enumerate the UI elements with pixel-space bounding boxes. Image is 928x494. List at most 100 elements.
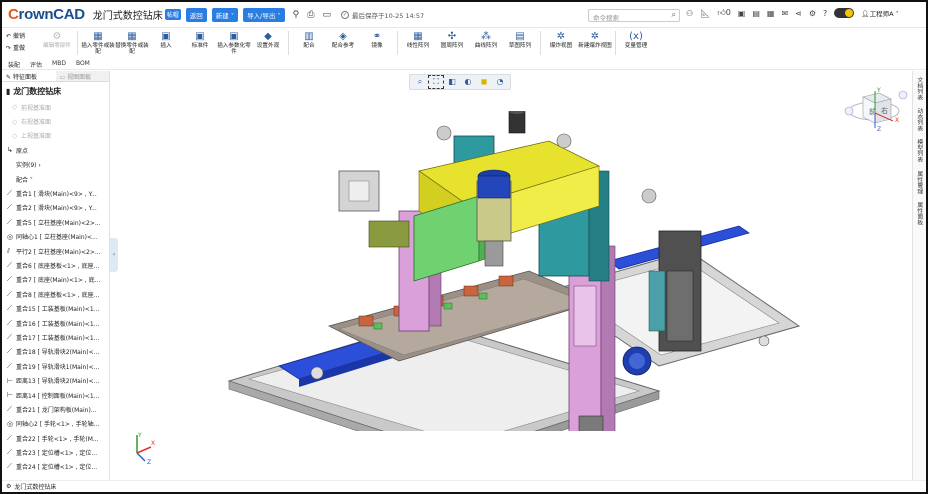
tree-row[interactable]: ⟋ 重合7 [ 底座(Main)<1> , 底... — [2, 273, 109, 287]
image-icon[interactable]: ▣ — [738, 9, 746, 18]
tree-row[interactable]: ⟋ 重合15 [ 工装基板(Main)<1... — [2, 301, 109, 315]
pin-icon[interactable]: ⚲ — [293, 10, 300, 20]
tree-row[interactable]: ⟋ 重合16 [ 工装基板(Main)<1... — [2, 316, 109, 330]
rp-property-manager[interactable]: 属性管理 — [913, 169, 923, 196]
like-icon[interactable]: 👍︎0 — [717, 8, 730, 18]
ribbon-button[interactable]: ⚙ 编辑零部件 — [40, 31, 74, 49]
tree-row[interactable]: ⟋ 重合19 [ 导轨滑块1(Main)<... — [2, 359, 109, 373]
ribbon-button[interactable]: ⁂ 曲线阵列 — [469, 31, 503, 49]
tree-row[interactable]: ⟋ 重合1 [ 滑块(Main)<9> , Y... — [2, 186, 109, 200]
undo-button[interactable]: ↶ 撤销 — [6, 31, 40, 40]
tree-row-icon: ⊢ — [7, 391, 14, 399]
tree-row-label: 重合15 [ 工装基板(Main)<1... — [16, 306, 100, 314]
tree-row[interactable]: ⟋ 重合17 [ 工装基板(Main)<1... — [2, 330, 109, 344]
tab-view-panel[interactable]: ▭ 视图面板 — [55, 71, 109, 81]
rp-model-list[interactable]: 模型列表 — [913, 137, 923, 164]
tree-row[interactable]: ⟋ 重合8 [ 底座基板<1> , 底座... — [2, 287, 109, 301]
ribbon-button[interactable]: ◈ 配合参考 — [326, 31, 360, 49]
zoom-icon[interactable]: ⌕ — [413, 76, 427, 88]
panel-tabs: ✎ 特征面板 ▭ 视图面板 — [2, 71, 109, 82]
render-mode-icon[interactable]: ◔ — [493, 76, 507, 88]
tree-row-label: 重合19 [ 导轨滑块1(Main)<... — [16, 363, 100, 371]
tree-row[interactable]: ⟋ 重合18 [ 导轨滑块2(Main)<... — [2, 345, 109, 359]
tab-evaluate[interactable]: 评估 — [30, 60, 42, 69]
redo-button[interactable]: ↷ 重做 — [6, 43, 40, 52]
ribbon-button[interactable]: ✲ 爆炸视图 — [544, 31, 578, 49]
comment-icon[interactable]: ✉ — [781, 9, 788, 18]
ribbon-button[interactable]: ▦ 替换零件或装配 — [115, 31, 149, 56]
save-as-icon[interactable]: ▤ — [752, 9, 760, 18]
tree-row[interactable]: ⊢ 距离14 [ 控制面板(Main)<1... — [2, 388, 109, 402]
tree-row[interactable]: ⊢ 距离13 [ 导轨滑块2(Main)<... — [2, 373, 109, 387]
tab-mbd[interactable]: MBD — [52, 60, 66, 69]
tree-root[interactable]: ▮ 龙门数控钻床 — [2, 82, 109, 100]
tree-row[interactable]: 配合 ˅ — [2, 172, 109, 186]
view-orientation-icon[interactable]: ◧ — [445, 76, 459, 88]
ribbon-separator — [77, 31, 78, 55]
tree-row[interactable]: ◇ 前视基准面 — [2, 100, 109, 114]
ribbon-button[interactable]: ▥ 配合 — [292, 31, 326, 49]
ribbon-button[interactable]: ▣ 插入参数化零件 — [217, 31, 251, 56]
import-export-button[interactable]: 导入/导出 ˅ — [243, 7, 285, 22]
tree-row[interactable]: ⟋ 重合6 [ 底座基板<1> , 底座... — [2, 258, 109, 272]
gear-icon[interactable]: ⚙ — [809, 9, 816, 18]
ribbon-label: 插入参数化零件 — [217, 43, 251, 56]
new-button[interactable]: 新建 ˅ — [211, 7, 239, 22]
tab-feature-panel[interactable]: ✎ 特征面板 — [2, 71, 56, 81]
tree-row[interactable]: ⫽ 平行2 [ 立柱基座(Main)<2>... — [2, 244, 109, 258]
ribbon-button[interactable]: ▦ 线性阵列 — [401, 31, 435, 49]
rp-doc-list[interactable]: 文档列表 — [913, 75, 923, 102]
table-icon[interactable]: ▦ — [767, 9, 775, 18]
rp-property-panel[interactable]: 属性面板 — [913, 200, 923, 227]
tree-row[interactable]: ◇ 右视基准面 — [2, 114, 109, 128]
ribbon-button[interactable]: ▤ 草图阵列 — [503, 31, 537, 49]
tab-assembly[interactable]: 装配 — [8, 60, 20, 69]
view-cube-y-label: Y — [876, 87, 881, 94]
help-icon[interactable]: ? — [823, 9, 827, 18]
share-button[interactable]: 返回 — [185, 7, 207, 22]
tree-row-label: 右视基准面 — [21, 119, 52, 127]
cnc-gantry-model[interactable] — [219, 111, 819, 431]
command-search-input[interactable]: 命令搜索 ⌕ — [588, 9, 680, 22]
tree-row[interactable]: ↳ 原点 — [2, 143, 109, 157]
tree-row-label: 重合1 [ 滑块(Main)<9> , Y... — [16, 191, 97, 199]
3d-viewport[interactable]: ⌕ ⛶ ◧ ◐ ◼ ◔ 前 右 X Y Z Y X Z — [119, 71, 912, 480]
save-icon[interactable]: ▭ — [322, 10, 331, 20]
fit-view-icon[interactable]: ⛶ — [428, 75, 444, 89]
tree-row-icon: ⟋ — [7, 260, 12, 269]
tree-row[interactable]: ◇ 上视基准面 — [2, 129, 109, 143]
ruler-icon[interactable]: 📐︎ — [700, 9, 710, 18]
ribbon-button[interactable]: ✲ 新建爆炸视图 — [578, 31, 612, 49]
rp-dynamic-list[interactable]: 动态列表 — [913, 106, 923, 133]
ribbon-button[interactable]: ◆ 设置外观 — [251, 31, 285, 49]
tree-row[interactable]: ⟋ 重合5 [ 立柱基座(Main)<2>... — [2, 215, 109, 229]
ribbon-items: ⚙ 编辑零部件 ▦ 插入零件或装配 ▦ 替换零件或装配 ▣ 插入 ▣ 标准件 ▣ 插入参数化零件 ◆ 设置… — [40, 31, 653, 56]
ribbon-button[interactable]: (x) 变量管理 — [619, 31, 653, 49]
ribbon-icon: ▣ — [195, 31, 205, 42]
tree-row[interactable]: ◎ 同轴心1 [ 立柱基座(Main)<... — [2, 230, 109, 244]
ribbon-button[interactable]: ▦ 插入零件或装配 — [81, 31, 115, 56]
ribbon-button[interactable]: ▣ 插入 — [149, 31, 183, 49]
ribbon-button[interactable]: ⚭ 镜像 — [360, 31, 394, 49]
user-menu[interactable]: 👤︎工程师A ˅ — [861, 8, 899, 18]
tab-bom[interactable]: BOM — [76, 60, 90, 69]
tree-row[interactable]: ⟋ 重合22 [ 手轮<1> , 手轮(M... — [2, 431, 109, 445]
tree-row[interactable]: ⟋ 重合24 [ 定位槽<1> , 定位... — [2, 460, 109, 474]
ribbon-icon: ⚙ — [52, 31, 62, 42]
tree-row[interactable]: ⟋ 重合23 [ 定位槽<1> , 定位... — [2, 445, 109, 459]
tree-row[interactable]: 实例(9) › — [2, 158, 109, 172]
share-network-icon[interactable]: ⚇ — [686, 9, 693, 18]
share-icon[interactable]: ⋖ — [795, 9, 802, 18]
view-cube[interactable]: 前 右 X Y Z — [841, 83, 911, 143]
ribbon-button[interactable]: ▣ 标准件 — [183, 31, 217, 49]
ribbon-button[interactable]: ✣ 圆周阵列 — [435, 31, 469, 49]
search-icon[interactable]: ⌕ — [672, 10, 676, 20]
print-icon[interactable]: ⎙ — [307, 10, 314, 20]
tree-row[interactable]: ⟋ 重合2 [ 滑块(Main)<9> , Y... — [2, 201, 109, 215]
collapse-panel-handle[interactable]: ‹ — [110, 238, 118, 272]
tree-row[interactable]: ⟋ 重合21 [ 龙门架构板(Main)... — [2, 402, 109, 416]
theme-toggle[interactable] — [834, 8, 855, 18]
section-view-icon[interactable]: ◐ — [461, 76, 475, 88]
tree-row[interactable]: ◎ 同轴心2 [ 手轮<1> , 手轮轴... — [2, 417, 109, 431]
display-style-icon[interactable]: ◼ — [477, 76, 491, 88]
